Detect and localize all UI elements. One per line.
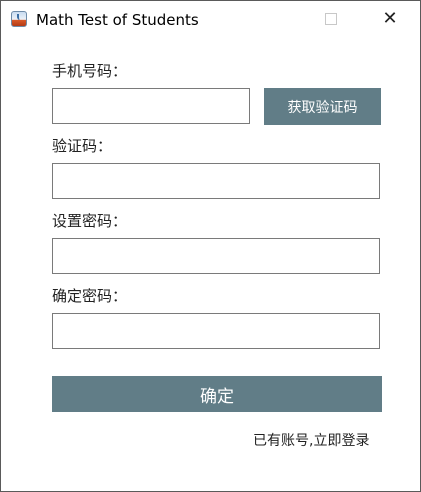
app-window: Math Test of Students ✕ 手机号码： 获取验证码 验证码：… bbox=[0, 0, 421, 492]
confirm-password-label: 确定密码： bbox=[52, 287, 128, 305]
password-input[interactable] bbox=[52, 238, 380, 274]
close-button[interactable]: ✕ bbox=[367, 1, 413, 37]
code-input[interactable] bbox=[52, 163, 380, 199]
confirm-password-input[interactable] bbox=[52, 313, 380, 349]
get-code-button[interactable]: 获取验证码 bbox=[264, 88, 381, 125]
phone-label: 手机号码： bbox=[52, 62, 128, 80]
phone-input[interactable] bbox=[52, 88, 250, 124]
title-bar[interactable]: Math Test of Students ✕ bbox=[1, 1, 420, 37]
window-title: Math Test of Students bbox=[36, 11, 199, 29]
code-label: 验证码： bbox=[52, 137, 113, 155]
close-icon: ✕ bbox=[382, 8, 398, 29]
java-cup-icon bbox=[11, 11, 27, 27]
maximize-icon bbox=[325, 13, 337, 25]
login-link[interactable]: 已有账号,立即登录 bbox=[253, 431, 369, 451]
password-label: 设置密码： bbox=[52, 212, 128, 230]
submit-button[interactable]: 确定 bbox=[52, 376, 382, 412]
maximize-button[interactable] bbox=[308, 1, 354, 37]
